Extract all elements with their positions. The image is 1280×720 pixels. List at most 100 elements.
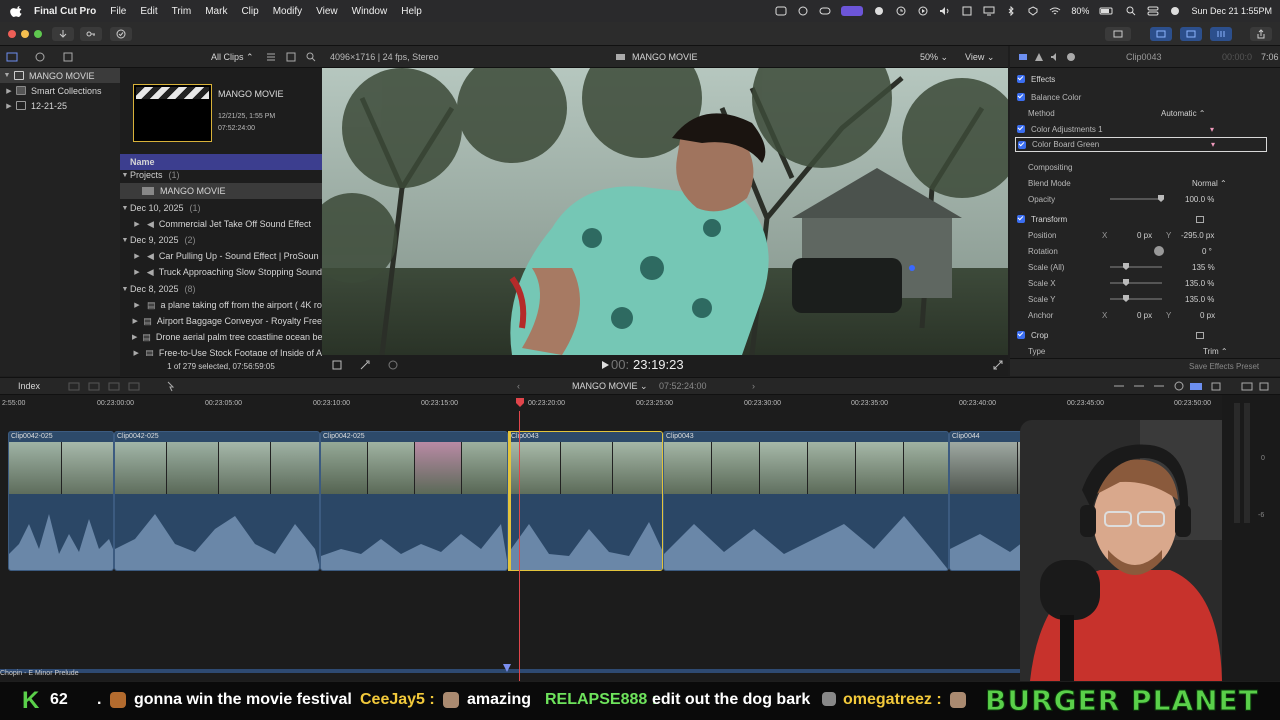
color-board-row[interactable]: Color Board Green ▾ — [1015, 137, 1267, 152]
titles-generators-icon[interactable] — [62, 51, 74, 63]
balance-color-row[interactable]: Balance Color — [1010, 89, 1280, 105]
clip-appearance-icon[interactable] — [266, 52, 276, 62]
show-browser-button[interactable] — [1150, 27, 1172, 41]
search-icon[interactable] — [1125, 6, 1137, 16]
scale-x-value[interactable]: 135.0 % — [1185, 279, 1214, 288]
scale-x-slider-knob[interactable] — [1123, 279, 1129, 286]
transform-section[interactable]: Transform — [1010, 211, 1280, 227]
disclosure-closed-icon[interactable]: ▶ — [132, 333, 137, 341]
disclosure-open-icon[interactable]: ▼ — [120, 237, 130, 244]
forward-arrow-icon[interactable]: › — [752, 381, 755, 391]
opacity-slider[interactable] — [1110, 198, 1162, 200]
group-dec-10[interactable]: ▼ Dec 10, 2025 (1) — [120, 200, 322, 216]
disclosure-open-icon[interactable]: ▼ — [120, 205, 130, 212]
crop-type-dropdown[interactable]: Trim ⌃ — [1203, 347, 1228, 356]
rotation-dial[interactable] — [1154, 246, 1164, 256]
edit-buttons-icon[interactable] — [68, 381, 148, 392]
play-icon[interactable] — [917, 6, 929, 16]
disclosure-closed-icon[interactable]: ▶ — [132, 301, 142, 309]
menu-clip[interactable]: Clip — [241, 6, 258, 17]
crop-tool-icon[interactable] — [332, 360, 342, 370]
apple-icon[interactable] — [10, 4, 24, 18]
menu-modify[interactable]: Modify — [273, 6, 302, 17]
anchor-y-value[interactable]: 0 px — [1200, 311, 1215, 320]
sync-icon[interactable] — [797, 6, 809, 16]
timeline-clip-selected[interactable]: Clip0043 — [508, 431, 663, 571]
screen-record-icon[interactable] — [775, 6, 787, 16]
info-inspector-icon[interactable] — [1066, 52, 1076, 62]
effects-checkbox[interactable] — [1017, 75, 1025, 83]
list-item[interactable]: ▶ ▤ a plane taking off from the airport ( … — [120, 297, 322, 313]
timeline-clip[interactable]: Clip0043 — [663, 431, 949, 571]
siri-icon[interactable] — [1169, 6, 1181, 16]
viewer-canvas[interactable] — [322, 68, 1008, 355]
disclosure-open-icon[interactable]: ▼ — [120, 172, 130, 179]
disclosure-closed-icon[interactable]: ▶ — [132, 268, 142, 276]
battery-icon[interactable] — [1099, 6, 1115, 16]
disclosure-closed-icon[interactable]: ▶ — [132, 317, 138, 325]
menu-edit[interactable]: Edit — [140, 6, 157, 17]
compositing-header[interactable]: Compositing — [1010, 159, 1280, 175]
position-y-value[interactable]: -295.0 px — [1181, 231, 1214, 240]
disclosure-open-icon[interactable]: ▼ — [120, 286, 130, 293]
zoom-dropdown[interactable]: 50% ⌄ — [920, 52, 948, 63]
playhead-timecode[interactable]: 23:19:23 — [633, 357, 684, 372]
volume-icon[interactable] — [939, 6, 951, 16]
color-adjustments-row[interactable]: Color Adjustments 1 ▾ — [1010, 121, 1280, 137]
stage-manager-icon[interactable] — [841, 6, 864, 16]
color-inspector-icon[interactable] — [1034, 52, 1044, 62]
scale-y-value[interactable]: 135.0 % — [1185, 295, 1214, 304]
disclosure-closed-icon[interactable]: ▶ — [132, 220, 142, 228]
select-tool-icon[interactable] — [166, 381, 184, 392]
menu-mark[interactable]: Mark — [205, 6, 227, 17]
scale-y-slider[interactable] — [1110, 298, 1162, 300]
crop-section[interactable]: Crop — [1010, 327, 1280, 343]
transform-overlay-icon[interactable] — [1196, 215, 1204, 223]
sidebar-item-smart-collections[interactable]: ▶ Smart Collections — [0, 83, 120, 98]
timeline-clip[interactable]: Clip0042-025 — [320, 431, 508, 571]
transform-checkbox[interactable] — [1017, 215, 1025, 223]
crop-checkbox[interactable] — [1017, 331, 1025, 339]
bluetooth-icon[interactable] — [1005, 5, 1017, 17]
list-item[interactable]: ▶ ▤ Drone aerial palm tree coastline ocean… — [120, 329, 322, 345]
datetime[interactable]: Sun Dec 21 1:55PM — [1191, 6, 1272, 16]
speed-gauge-icon[interactable] — [388, 360, 398, 370]
rotation-value[interactable]: 0 ° — [1202, 247, 1212, 256]
timeline-project-dropdown[interactable]: MANGO MOVIE ⌄ — [572, 381, 648, 392]
minimize-window-button[interactable] — [21, 30, 29, 38]
share-button[interactable] — [1250, 27, 1272, 41]
audio-inspector-icon[interactable] — [1050, 52, 1060, 62]
photos-audio-icon[interactable] — [34, 51, 46, 63]
list-item[interactable]: ▶ ◀ Truck Approaching Slow Stopping Sound — [120, 264, 322, 280]
wifi-icon[interactable] — [1049, 6, 1061, 16]
sidebar-item-mango-movie[interactable]: ▼ MANGO MOVIE — [0, 68, 120, 83]
timeline-view-options-icon[interactable] — [1112, 381, 1272, 392]
index-button[interactable]: Index — [18, 381, 40, 391]
zoom-window-button[interactable] — [34, 30, 42, 38]
list-item[interactable]: MANGO MOVIE — [120, 183, 322, 199]
disclosure-closed-icon[interactable]: ▶ — [132, 252, 142, 260]
balance-color-checkbox[interactable] — [1017, 93, 1025, 101]
edit-point-handle[interactable] — [508, 431, 511, 571]
menu-view[interactable]: View — [316, 6, 338, 17]
menu-trim[interactable]: Trim — [172, 6, 192, 17]
video-inspector-icon[interactable] — [1018, 52, 1028, 62]
menu-app-name[interactable]: Final Cut Pro — [34, 6, 96, 17]
blend-mode-dropdown[interactable]: Normal ⌃ — [1192, 179, 1227, 188]
clipboard-icon[interactable] — [961, 6, 973, 16]
show-timeline-button[interactable] — [1180, 27, 1202, 41]
color-palette-icon[interactable]: ▾ — [1211, 140, 1215, 149]
color-adjustments-checkbox[interactable] — [1017, 125, 1025, 133]
color-board-checkbox[interactable] — [1018, 140, 1026, 149]
vpn-icon[interactable] — [1027, 6, 1039, 16]
timeline-clip[interactable]: Clip0042-025 — [114, 431, 320, 571]
opacity-slider-knob[interactable] — [1158, 195, 1164, 202]
list-item[interactable]: ▶ ◀ Car Pulling Up - Sound Effect | ProSou… — [120, 248, 322, 264]
disclosure-open-icon[interactable]: ▼ — [2, 72, 12, 79]
view-dropdown[interactable]: View ⌄ — [965, 52, 994, 63]
save-effects-preset-button[interactable]: Save Effects Preset — [1189, 362, 1259, 371]
scale-x-slider[interactable] — [1110, 282, 1162, 284]
list-view-icon[interactable] — [286, 52, 296, 62]
position-x-value[interactable]: 0 px — [1137, 231, 1152, 240]
control-center-icon[interactable] — [1147, 6, 1159, 16]
